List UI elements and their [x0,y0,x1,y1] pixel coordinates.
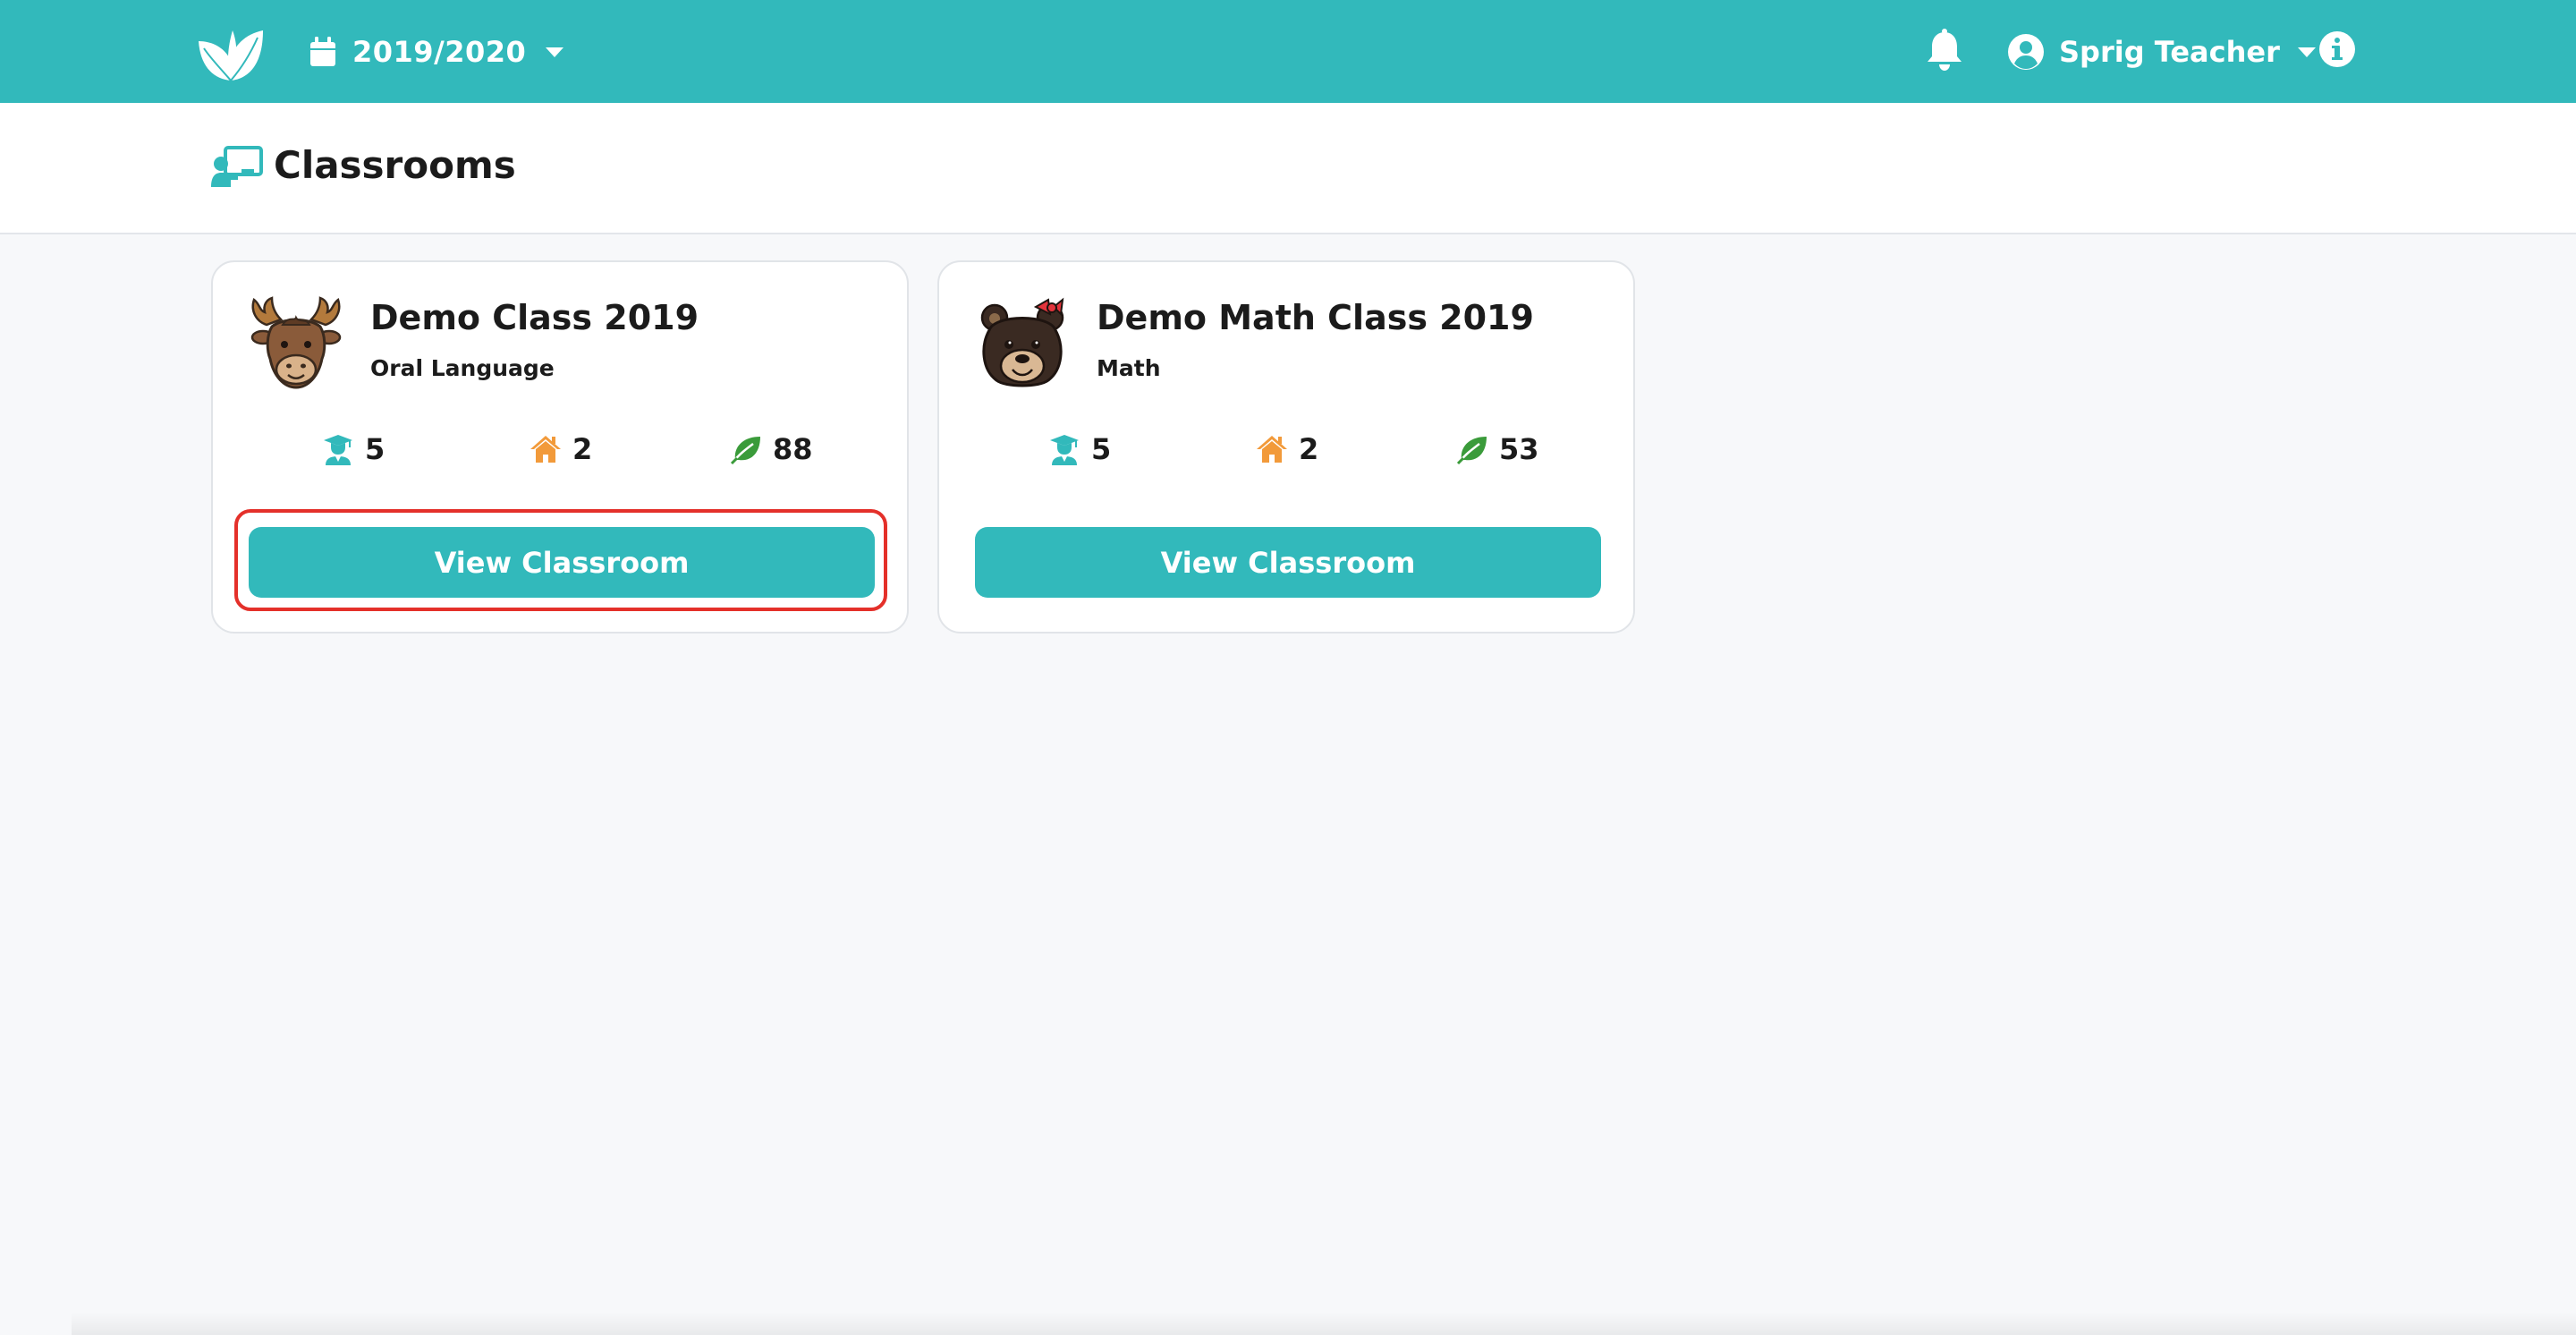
classroom-name: Demo Class 2019 [370,298,699,337]
bell-icon[interactable] [1925,29,1964,72]
graduate-student-icon [324,435,352,465]
top-navigation-bar: 2019/2020 Sprig Teacher [0,0,2576,103]
view-classroom-button[interactable]: View Classroom [975,527,1601,598]
graduate-student-icon [1050,435,1079,465]
chevron-down-icon [546,47,564,57]
student-count-value: 5 [1091,432,1112,466]
leaf-count: 88 [730,432,813,466]
chevron-down-icon [2297,47,2316,57]
leaf-count-value: 53 [1499,432,1539,466]
classroom-card: Demo Math Class 2019 Math 5 2 53 View Cl… [937,260,1635,633]
info-icon[interactable] [2318,30,2356,68]
home-count-value: 2 [572,432,593,466]
calendar-icon [310,37,335,66]
student-count: 5 [1048,432,1111,466]
student-count: 5 [322,432,385,466]
home-count-value: 2 [1299,432,1319,466]
leaf-icon [1456,437,1487,465]
view-classroom-button[interactable]: View Classroom [249,527,875,598]
home-count: 2 [1256,432,1318,466]
classroom-stats: 5 2 53 [939,432,1633,468]
leaf-count-value: 88 [773,432,813,466]
chalkboard-teacher-icon [211,146,263,187]
student-count-value: 5 [365,432,386,466]
classroom-stats: 5 2 88 [213,432,907,468]
classroom-subject: Oral Language [370,355,555,381]
page-title: Classrooms [274,143,516,187]
leaf-icon [730,437,760,465]
moose-avatar-icon [250,296,342,389]
school-year-selector[interactable]: 2019/2020 [309,27,564,77]
leaf-count: 53 [1456,432,1539,466]
home-icon [1257,436,1287,463]
classroom-name: Demo Math Class 2019 [1097,298,1534,337]
bear-avatar-icon [980,297,1064,387]
user-circle-icon [2008,34,2044,70]
school-year-label: 2019/2020 [352,35,527,69]
classroom-card: Demo Class 2019 Oral Language 5 2 88 Vie… [211,260,909,633]
home-icon [530,436,561,463]
bottom-scroll-shadow [72,1312,2576,1335]
classroom-subject: Math [1097,355,1161,381]
user-menu[interactable]: Sprig Teacher [2007,27,2316,77]
home-count: 2 [530,432,592,466]
leaf-logo-icon[interactable] [195,25,267,82]
user-name: Sprig Teacher [2059,35,2280,69]
